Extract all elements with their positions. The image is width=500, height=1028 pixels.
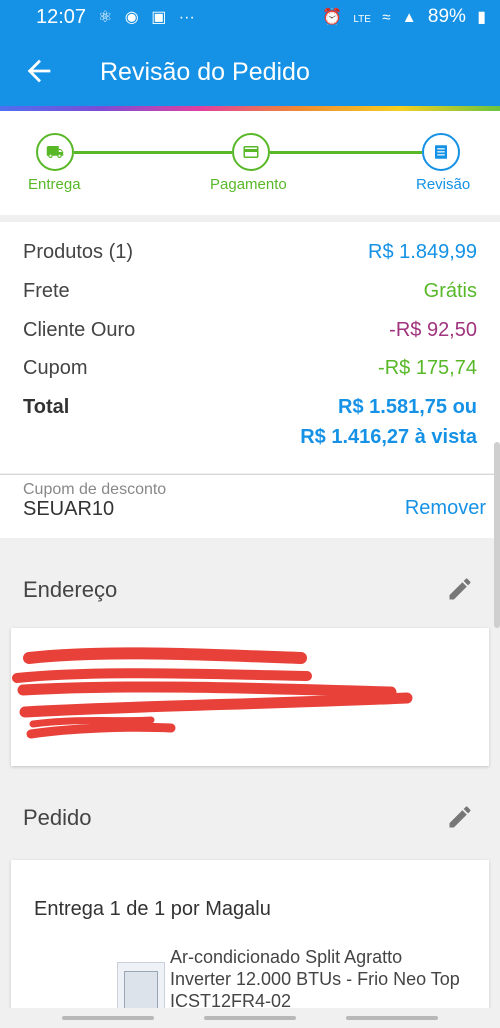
order-card: Entrega 1 de 1 por Magalu Ar-condicionad… <box>11 860 489 1028</box>
total-value-line2: R$ 1.416,27 à vista <box>300 426 477 448</box>
chrome-icon: ◉ <box>124 9 139 26</box>
pencil-icon <box>449 806 471 828</box>
remove-coupon-button[interactable]: Remover <box>405 497 486 520</box>
order-section-title: Pedido <box>23 805 92 830</box>
summary-value: -R$ 175,74 <box>378 357 477 379</box>
volte-icon: LTE <box>353 14 371 25</box>
edit-address-button[interactable] <box>446 575 474 603</box>
coupon-field: Cupom de desconto SEUAR10 Remover <box>0 474 500 538</box>
card-icon <box>243 146 259 158</box>
address-section-title: Endereço <box>23 577 118 602</box>
app-bar: Revisão do Pedido <box>0 36 500 106</box>
page-title: Revisão do Pedido <box>100 58 310 86</box>
step-label-pagamento: Pagamento <box>210 176 287 193</box>
arrow-left-icon <box>27 59 51 83</box>
image-icon: ▣ <box>151 9 167 26</box>
coupon-code: SEUAR10 <box>23 498 115 520</box>
step-entrega[interactable] <box>36 133 74 171</box>
status-bar: 12:07 ⚛ ◉ ▣ ··· ⏰ LTE ≈ ▲ 89% ▮ <box>0 0 500 36</box>
coupon-label: Cupom de desconto <box>23 481 167 498</box>
scrollbar[interactable] <box>494 442 500 628</box>
step-connector <box>74 151 232 154</box>
wifi-icon: ≈ <box>382 9 391 26</box>
pencil-icon <box>449 578 471 600</box>
list-icon <box>435 145 447 159</box>
redacted-address-scribble <box>12 647 413 739</box>
alarm-icon: ⏰ <box>322 9 343 26</box>
back-button[interactable] <box>22 54 56 88</box>
step-revisao[interactable] <box>422 133 460 171</box>
battery-percent: 89% <box>427 6 466 27</box>
nav-recents[interactable] <box>62 1016 154 1020</box>
order-summary: Produtos (1) R$ 1.849,99 Frete Grátis Cl… <box>0 222 500 473</box>
system-nav-bar <box>0 1008 500 1028</box>
status-right-icons: ⏰ LTE ≈ ▲ 89% ▮ <box>316 6 486 28</box>
total-label: Total <box>23 396 70 418</box>
nav-back[interactable] <box>346 1016 438 1020</box>
step-label-revisao: Revisão <box>416 176 471 193</box>
notification-icon: ⚛ <box>98 9 113 26</box>
summary-value: Grátis <box>423 280 477 302</box>
summary-value: R$ 1.849,99 <box>368 241 477 263</box>
step-connector <box>270 151 422 154</box>
status-left-icons: ⚛ ◉ ▣ ··· <box>98 7 203 27</box>
checkout-stepper: Entrega Pagamento Revisão <box>0 111 500 215</box>
more-dots-icon: ··· <box>178 9 195 26</box>
step-pagamento[interactable] <box>232 133 270 171</box>
summary-label: Cupom <box>23 357 88 379</box>
address-card[interactable] <box>11 628 489 766</box>
summary-label: Frete <box>23 280 70 302</box>
battery-icon: ▮ <box>477 9 486 26</box>
status-time: 12:07 <box>36 6 87 28</box>
step-label-entrega: Entrega <box>28 176 81 193</box>
signal-icon: ▲ <box>401 9 417 26</box>
edit-order-button[interactable] <box>446 803 474 831</box>
product-name[interactable]: Ar-condicionado Split Agratto Inverter 1… <box>170 946 460 1012</box>
summary-label: Produtos (1) <box>23 241 134 263</box>
nav-home[interactable] <box>204 1016 296 1020</box>
truck-icon <box>46 146 64 158</box>
summary-label: Cliente Ouro <box>23 319 136 341</box>
total-value-line1: R$ 1.581,75 ou <box>338 396 477 418</box>
delivery-title: Entrega 1 de 1 por Magalu <box>34 898 271 920</box>
summary-value: -R$ 92,50 <box>389 319 477 341</box>
